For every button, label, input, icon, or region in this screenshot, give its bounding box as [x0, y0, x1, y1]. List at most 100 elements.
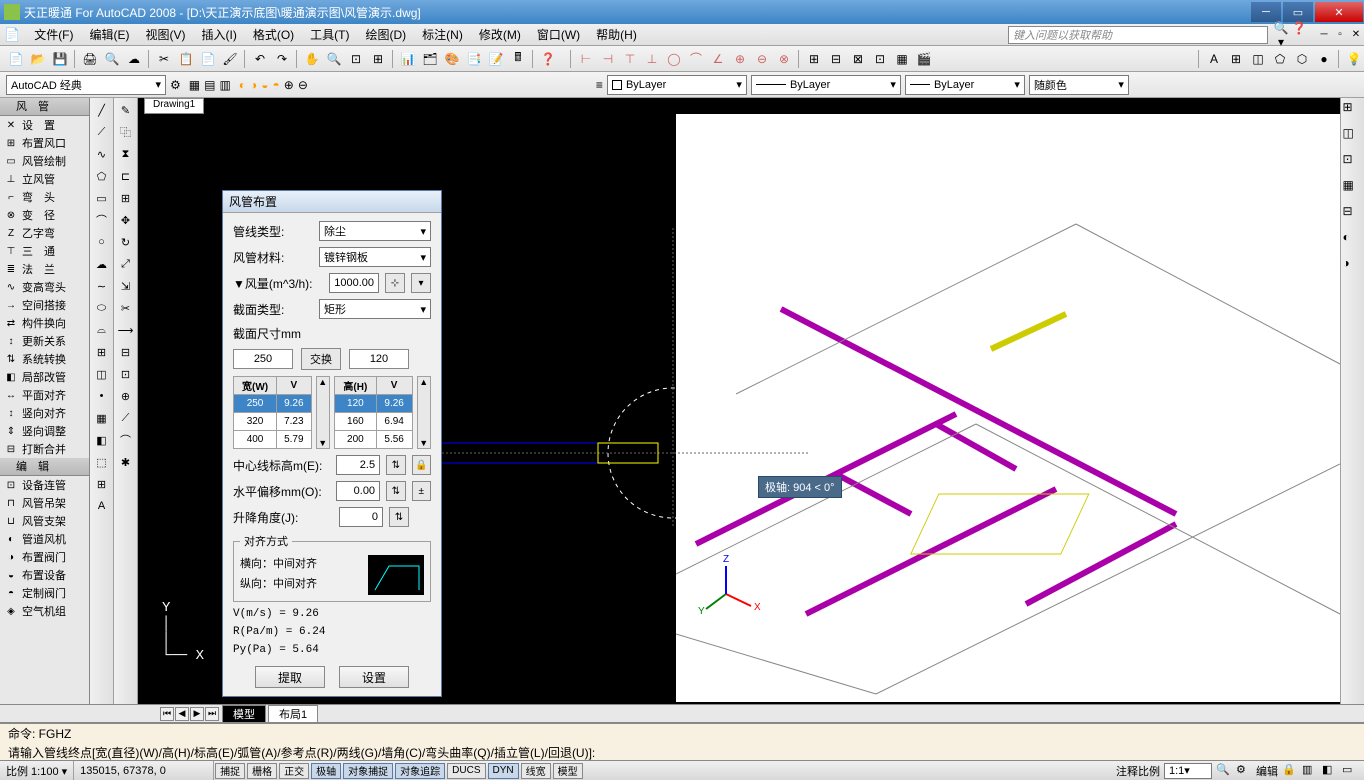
- lock-icon[interactable]: 🔒: [1282, 763, 1298, 779]
- panel-tool-item[interactable]: ≣法 兰: [0, 260, 89, 278]
- preview-icon[interactable]: 🔍: [102, 49, 122, 69]
- panel-tool-item[interactable]: ⊤三 通: [0, 242, 89, 260]
- tab-last-button[interactable]: ⏭: [205, 707, 219, 721]
- menu-item[interactable]: 编辑(E): [82, 28, 138, 42]
- chamfer-icon[interactable]: ⟋: [116, 408, 136, 428]
- ucs5-icon[interactable]: ▦: [892, 49, 912, 69]
- t1-icon[interactable]: ◐: [239, 78, 246, 92]
- copy2-icon[interactable]: ⿻: [116, 122, 136, 142]
- scale-icon[interactable]: ⤢: [116, 254, 136, 274]
- status-toggle-对象捕捉[interactable]: 对象捕捉: [343, 763, 393, 779]
- scale-control[interactable]: 比例 1:100 ▾: [0, 761, 74, 780]
- dim7-icon[interactable]: ∠: [708, 49, 728, 69]
- revcloud-icon[interactable]: ☁: [92, 254, 112, 274]
- arc-icon[interactable]: ⌒: [92, 210, 112, 230]
- zoom-window-icon[interactable]: ⊡: [346, 49, 366, 69]
- trim-icon[interactable]: ✂: [116, 298, 136, 318]
- open-button[interactable]: 📂: [28, 49, 48, 69]
- angle-spin[interactable]: ⇅: [389, 507, 409, 527]
- workspace-save-icon[interactable]: ⚙: [170, 78, 181, 92]
- polygon-icon[interactable]: ⬠: [92, 166, 112, 186]
- rt4-icon[interactable]: ▦: [1343, 178, 1363, 198]
- elev-input[interactable]: [336, 455, 380, 475]
- save-button[interactable]: 💾: [50, 49, 70, 69]
- swap-button[interactable]: 交换: [301, 348, 341, 370]
- tab-layout1[interactable]: 布局1: [268, 705, 318, 723]
- break2-icon[interactable]: ⊡: [116, 364, 136, 384]
- offset-icon[interactable]: ⊏: [116, 166, 136, 186]
- quickcalc-icon[interactable]: 🖩: [508, 49, 528, 69]
- width-scroll[interactable]: ▲▼: [316, 376, 330, 449]
- publish-icon[interactable]: ☁: [124, 49, 144, 69]
- panel-tool-item[interactable]: ◈空气机组: [0, 602, 89, 620]
- tab-prev-button[interactable]: ◀: [175, 707, 189, 721]
- anno-auto-icon[interactable]: ⚙: [1236, 763, 1252, 779]
- mirror-icon[interactable]: ⧗: [116, 144, 136, 164]
- table-icon[interactable]: ⊞: [92, 474, 112, 494]
- menu-item[interactable]: 视图(V): [138, 28, 194, 42]
- layer-dropdown[interactable]: ByLayer▾: [607, 75, 747, 95]
- dim10-icon[interactable]: ⊗: [774, 49, 794, 69]
- mdi-minimize-button[interactable]: ─: [1316, 29, 1332, 40]
- menu-item[interactable]: 文件(F): [26, 28, 81, 42]
- panel-tool-item[interactable]: ▭风管绘制: [0, 152, 89, 170]
- t2-icon[interactable]: ◑: [250, 78, 257, 92]
- menu-item[interactable]: 工具(T): [302, 28, 357, 42]
- help-search-input[interactable]: 键入问题以获取帮助: [1008, 26, 1268, 44]
- status-toggle-线宽[interactable]: 线宽: [521, 763, 551, 779]
- offset-sign-button[interactable]: ±: [412, 481, 431, 501]
- lineweight-dropdown[interactable]: ByLayer▾: [905, 75, 1025, 95]
- panel-tool-item[interactable]: ◓定制阀门: [0, 584, 89, 602]
- 3d2-icon[interactable]: ⬠: [1270, 49, 1290, 69]
- linetype-dropdown[interactable]: ByLayer▾: [751, 75, 901, 95]
- elev-lock-button[interactable]: 🔒: [412, 455, 431, 475]
- dim8-icon[interactable]: ⊕: [730, 49, 750, 69]
- ucs2-icon[interactable]: ⊟: [826, 49, 846, 69]
- region-icon[interactable]: ⬚: [92, 452, 112, 472]
- print-button[interactable]: 🖨: [80, 49, 100, 69]
- status-toggle-极轴[interactable]: 极轴: [311, 763, 341, 779]
- status-toggle-DUCS[interactable]: DUCS: [447, 763, 485, 779]
- dialog-title[interactable]: 风管布置: [223, 191, 441, 213]
- panel-tool-item[interactable]: ↕更新关系: [0, 332, 89, 350]
- explode-icon[interactable]: ✱: [116, 452, 136, 472]
- light-icon[interactable]: 💡: [1344, 49, 1364, 69]
- ucs4-icon[interactable]: ⊡: [870, 49, 890, 69]
- height-table[interactable]: 高(H)V 1209.26 1606.94 2005.56: [334, 376, 413, 449]
- tray1-icon[interactable]: ▥: [1302, 763, 1318, 779]
- mtext-icon[interactable]: A: [92, 496, 112, 516]
- search-icon[interactable]: 🔍▾: [1272, 21, 1290, 49]
- maximize-button[interactable]: ▭: [1283, 2, 1313, 22]
- panel-tool-item[interactable]: ⊗变 径: [0, 206, 89, 224]
- panel-tool-item[interactable]: →空间搭接: [0, 296, 89, 314]
- rect-icon[interactable]: ▭: [92, 188, 112, 208]
- dim4-icon[interactable]: ⊥: [642, 49, 662, 69]
- markup-icon[interactable]: 📝: [486, 49, 506, 69]
- t4-icon[interactable]: ◓: [273, 78, 280, 92]
- width-input[interactable]: [233, 349, 293, 369]
- insert-icon[interactable]: ⊞: [92, 342, 112, 362]
- status-toggle-栅格[interactable]: 栅格: [247, 763, 277, 779]
- t6-icon[interactable]: ⊖: [298, 78, 308, 92]
- dim-icon[interactable]: ⊢: [576, 49, 596, 69]
- array-icon[interactable]: ⊞: [116, 188, 136, 208]
- rotate-icon[interactable]: ↻: [116, 232, 136, 252]
- fillet-icon[interactable]: ⌒: [116, 430, 136, 450]
- status-toggle-对象追踪[interactable]: 对象追踪: [395, 763, 445, 779]
- command-area[interactable]: 命令: FGHZ 请输入管线终点[宽(直径)(W)/高(H)/标高(E)/弧管(…: [0, 722, 1364, 760]
- zoom-prev-icon[interactable]: ⊞: [368, 49, 388, 69]
- help-icon[interactable]: ❓: [538, 49, 558, 69]
- t3-icon[interactable]: ◒: [261, 78, 268, 92]
- mdi-restore-button[interactable]: ▫: [1332, 29, 1348, 40]
- rt2-icon[interactable]: ◫: [1343, 126, 1363, 146]
- offset-input[interactable]: [336, 481, 380, 501]
- menu-item[interactable]: 标注(N): [414, 28, 471, 42]
- zoom-icon[interactable]: 🔍: [324, 49, 344, 69]
- layerp-icon[interactable]: ▦: [189, 78, 200, 92]
- pan-icon[interactable]: ✋: [302, 49, 322, 69]
- mystery-icon[interactable]: ❓: [1290, 21, 1308, 49]
- break-icon[interactable]: ⊟: [116, 342, 136, 362]
- mdi-close-button[interactable]: ✕: [1348, 29, 1364, 40]
- pline-icon[interactable]: ∿: [92, 144, 112, 164]
- circle-icon[interactable]: ○: [92, 232, 112, 252]
